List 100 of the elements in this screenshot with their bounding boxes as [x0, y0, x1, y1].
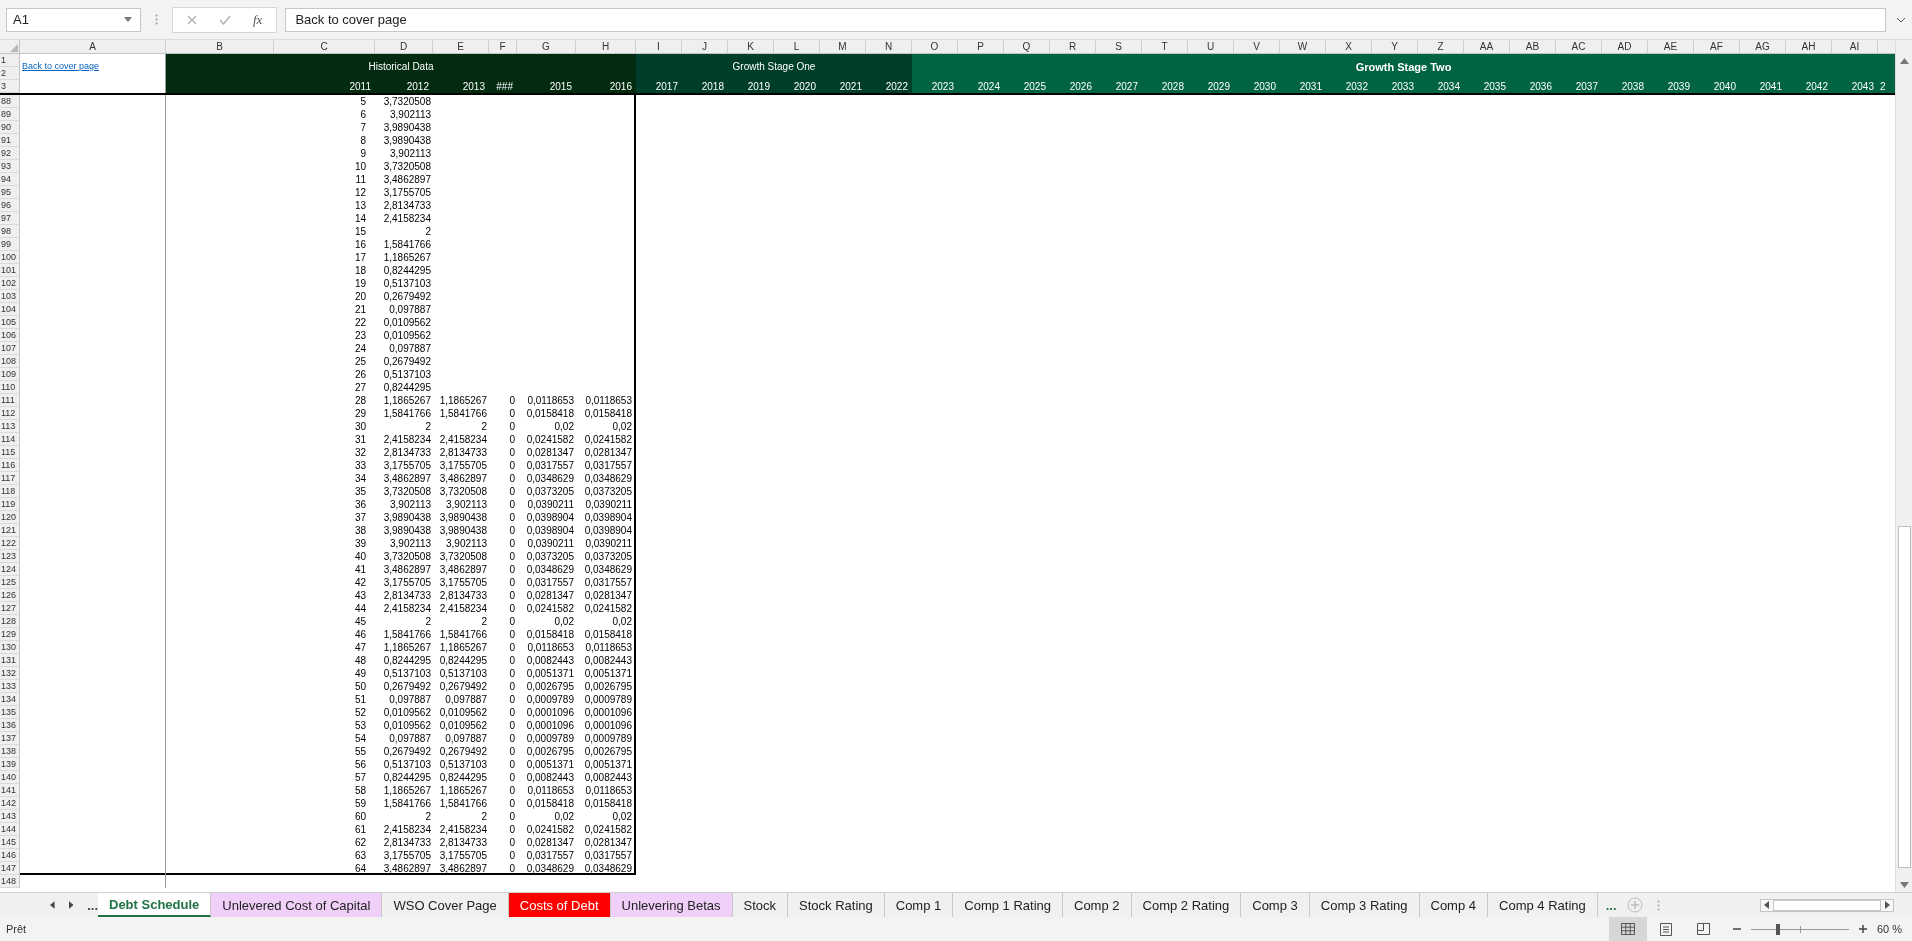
- row-number[interactable]: 125: [0, 576, 20, 589]
- row-number[interactable]: 102: [0, 277, 20, 290]
- row-number[interactable]: 88: [0, 95, 20, 108]
- sheet-tab[interactable]: Costs of Debt: [508, 893, 611, 917]
- row-number[interactable]: 126: [0, 589, 20, 602]
- row-number[interactable]: 141: [0, 784, 20, 797]
- scrollbar-thumb[interactable]: [1897, 526, 1911, 868]
- view-button[interactable]: [1608, 917, 1647, 941]
- row-number[interactable]: 93: [0, 160, 20, 173]
- more-sheets-button[interactable]: ...: [87, 897, 98, 913]
- row-number[interactable]: 99: [0, 238, 20, 251]
- column-header[interactable]: N: [866, 40, 912, 53]
- column-header[interactable]: O: [912, 40, 958, 53]
- column-header[interactable]: I: [636, 40, 682, 53]
- row-number[interactable]: 134: [0, 693, 20, 706]
- row-number[interactable]: 124: [0, 563, 20, 576]
- scrollbar-thumb[interactable]: [1773, 899, 1881, 911]
- column-header[interactable]: AA: [1464, 40, 1510, 53]
- column-header[interactable]: S: [1096, 40, 1142, 53]
- row-number[interactable]: 98: [0, 225, 20, 238]
- column-header[interactable]: Q: [1004, 40, 1050, 53]
- zoom-in-icon[interactable]: [1858, 925, 1867, 933]
- row-number[interactable]: 137: [0, 732, 20, 745]
- chevron-down-icon[interactable]: [1896, 16, 1906, 23]
- row-number[interactable]: 89: [0, 108, 20, 121]
- row-number[interactable]: 101: [0, 264, 20, 277]
- row-number[interactable]: 115: [0, 446, 20, 459]
- row-number[interactable]: 146: [0, 849, 20, 862]
- row-number[interactable]: 130: [0, 641, 20, 654]
- row-number[interactable]: 103: [0, 290, 20, 303]
- row-number[interactable]: 129: [0, 628, 20, 641]
- column-header[interactable]: K: [728, 40, 774, 53]
- left-arrow-icon[interactable]: [50, 901, 55, 909]
- row-number[interactable]: 145: [0, 836, 20, 849]
- row-number[interactable]: 123: [0, 550, 20, 563]
- column-header[interactable]: V: [1234, 40, 1280, 53]
- row-number[interactable]: 106: [0, 329, 20, 342]
- column-header[interactable]: Y: [1372, 40, 1418, 53]
- row-number[interactable]: 143: [0, 810, 20, 823]
- column-header[interactable]: AB: [1510, 40, 1556, 53]
- column-header[interactable]: Z: [1418, 40, 1464, 53]
- row-number[interactable]: 1: [0, 54, 20, 67]
- zoom-level[interactable]: 60 %: [1876, 923, 1902, 935]
- row-number[interactable]: 96: [0, 199, 20, 212]
- column-header[interactable]: G: [517, 40, 576, 53]
- row-number[interactable]: 108: [0, 355, 20, 368]
- sheet-tab[interactable]: Debt Schedule: [98, 893, 212, 917]
- row-number[interactable]: 121: [0, 524, 20, 537]
- column-header[interactable]: L: [774, 40, 820, 53]
- row-number[interactable]: 114: [0, 433, 20, 446]
- column-header[interactable]: B: [166, 40, 274, 53]
- row-number[interactable]: 119: [0, 498, 20, 511]
- column-header[interactable]: AE: [1648, 40, 1694, 53]
- row-number[interactable]: 122: [0, 537, 20, 550]
- row-number[interactable]: 120: [0, 511, 20, 524]
- row-number[interactable]: 2: [0, 67, 20, 80]
- column-header[interactable]: AF: [1694, 40, 1740, 53]
- column-header[interactable]: P: [958, 40, 1004, 53]
- column-header[interactable]: D: [375, 40, 433, 53]
- down-arrow-icon[interactable]: [1899, 882, 1909, 888]
- column-header[interactable]: AD: [1602, 40, 1648, 53]
- column-header[interactable]: T: [1142, 40, 1188, 53]
- vertical-scrollbar[interactable]: [1895, 40, 1912, 892]
- column-header[interactable]: R: [1050, 40, 1096, 53]
- row-number[interactable]: 128: [0, 615, 20, 628]
- slider-thumb[interactable]: [1776, 923, 1781, 935]
- row-number[interactable]: 105: [0, 316, 20, 329]
- column-header[interactable]: U: [1188, 40, 1234, 53]
- row-number[interactable]: 110: [0, 381, 20, 394]
- column-header[interactable]: H: [576, 40, 636, 53]
- row-number[interactable]: 91: [0, 134, 20, 147]
- row-number[interactable]: 147: [0, 862, 20, 875]
- function-button[interactable]: fx: [253, 11, 263, 28]
- row-number[interactable]: 148: [0, 875, 20, 888]
- row-number[interactable]: 127: [0, 602, 20, 615]
- cover-page-link[interactable]: Back to cover page: [22, 61, 100, 71]
- row-number[interactable]: 144: [0, 823, 20, 836]
- row-number[interactable]: 3: [0, 80, 20, 93]
- row-number[interactable]: 140: [0, 771, 20, 784]
- row-number[interactable]: 94: [0, 173, 20, 186]
- sheet-tab[interactable]: Unlevering Betas: [610, 893, 733, 917]
- row-number[interactable]: 118: [0, 485, 20, 498]
- row-number[interactable]: 116: [0, 459, 20, 472]
- row-number[interactable]: 139: [0, 758, 20, 771]
- row-number[interactable]: 95: [0, 186, 20, 199]
- column-header[interactable]: AG: [1740, 40, 1786, 53]
- row-number[interactable]: 111: [0, 394, 20, 407]
- name-box[interactable]: A1: [6, 7, 141, 32]
- row-number[interactable]: 104: [0, 303, 20, 316]
- row-number[interactable]: 92: [0, 147, 20, 160]
- row-number[interactable]: 97: [0, 212, 20, 225]
- column-header[interactable]: A: [20, 40, 166, 53]
- check-icon[interactable]: [219, 14, 231, 25]
- column-header[interactable]: J: [682, 40, 728, 53]
- row-number[interactable]: 132: [0, 667, 20, 680]
- column-header[interactable]: AI: [1832, 40, 1878, 53]
- formula-input[interactable]: Back to cover page: [285, 7, 1886, 32]
- column-header[interactable]: C: [274, 40, 375, 53]
- row-number[interactable]: 135: [0, 706, 20, 719]
- column-header[interactable]: W: [1280, 40, 1326, 53]
